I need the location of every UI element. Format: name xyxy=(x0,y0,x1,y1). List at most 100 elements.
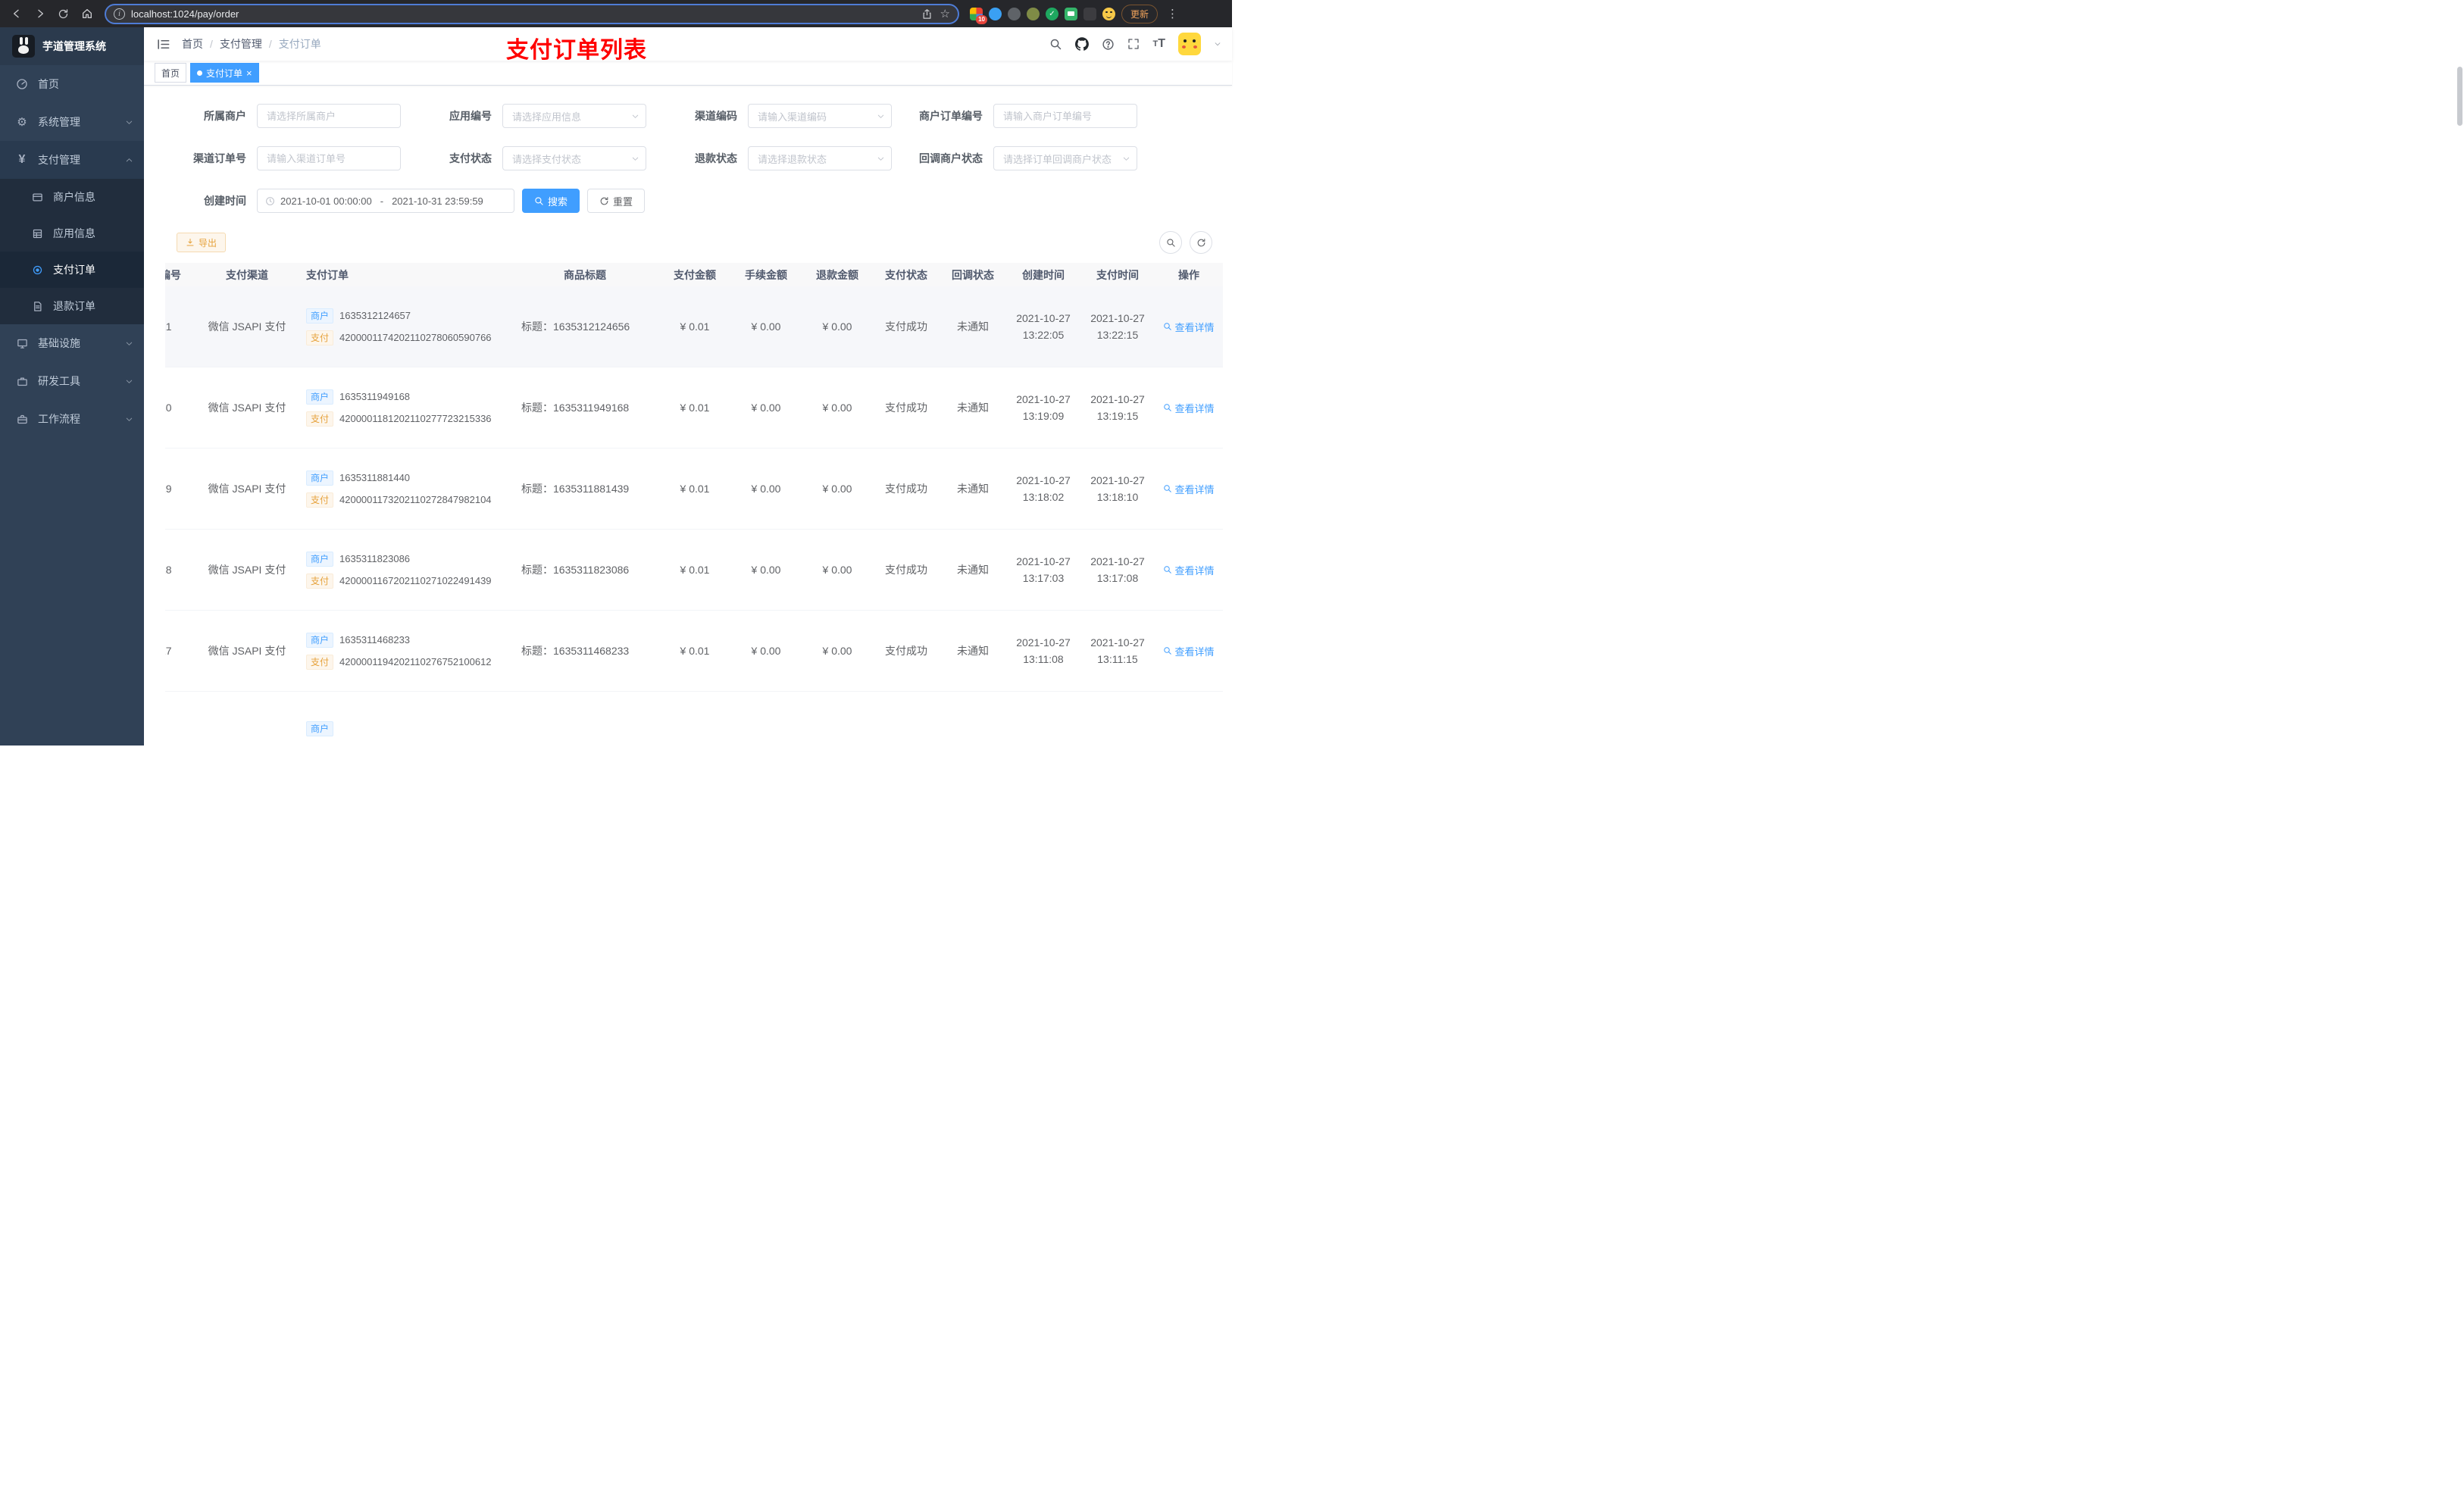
extension-icon[interactable] xyxy=(1065,7,1077,20)
extension-badge: 10 xyxy=(976,14,987,24)
monitor-icon xyxy=(15,336,29,350)
merchant-input[interactable] xyxy=(257,104,401,128)
clock-icon xyxy=(265,196,275,206)
table-row: 19 微信 JSAPI 支付 商户 1635311881440 支付 42000… xyxy=(165,449,1223,530)
pay-order-cell: 商户 1635311468233 支付 42000011942021102767… xyxy=(300,632,511,670)
pay-status-cell: 支付成功 xyxy=(885,483,927,495)
pay-time-cell: 2021-10-27 13:11:15 xyxy=(1090,636,1145,665)
chrome-update-button[interactable]: 更新 xyxy=(1121,4,1159,23)
sidebar-item-workflow[interactable]: 工作流程 xyxy=(0,400,144,438)
forward-icon[interactable] xyxy=(30,4,50,24)
profile-avatar-icon[interactable] xyxy=(1102,7,1115,20)
chrome-menu-icon[interactable]: ⋮ xyxy=(1164,7,1181,20)
bookmark-star-icon[interactable]: ☆ xyxy=(940,8,950,20)
pay-channel-cell: 微信 JSAPI 支付 xyxy=(208,402,286,414)
table-toolbar: 导出 xyxy=(177,231,1212,254)
merchant-tag: 商户 xyxy=(306,551,334,567)
tab-pay-order[interactable]: 支付订单 × xyxy=(190,63,259,83)
filter-row-1: 所属商户 应用编号 请选择应用信息 渠道编码 请输入渠道编码 xyxy=(177,104,1232,128)
product-title-cell: 标题：1635312124656 xyxy=(521,320,630,333)
search-icon[interactable] xyxy=(1049,38,1062,51)
tab-home[interactable]: 首页 xyxy=(155,63,187,83)
notify-status-select[interactable]: 请选择订单回调商户状态 xyxy=(993,146,1137,170)
view-detail-link[interactable]: 查看详情 xyxy=(1163,644,1215,658)
channel-order-no-input[interactable] xyxy=(257,146,401,170)
show-search-button[interactable] xyxy=(1159,231,1182,254)
close-icon[interactable]: × xyxy=(246,68,252,78)
create-time-cell: 2021-10-27 13:18:02 xyxy=(1016,474,1071,503)
site-info-icon[interactable]: i xyxy=(114,8,125,20)
notify-status-cell: 未通知 xyxy=(957,645,989,657)
sidebar-item-home[interactable]: 首页 xyxy=(0,65,144,103)
search-button[interactable]: 搜索 xyxy=(522,189,580,213)
extension-icon[interactable]: 10 xyxy=(970,7,987,24)
reload-icon[interactable] xyxy=(53,4,73,24)
extension-icon[interactable] xyxy=(1027,7,1040,20)
scrollbar-thumb[interactable] xyxy=(2457,67,2462,126)
back-icon[interactable] xyxy=(6,4,27,24)
pay-status-cell: 支付成功 xyxy=(885,564,927,576)
user-avatar[interactable] xyxy=(1178,33,1201,55)
github-icon[interactable] xyxy=(1075,37,1090,51)
sidebar-item-pay-order[interactable]: 支付订单 xyxy=(0,252,144,288)
page-content: 所属商户 应用编号 请选择应用信息 渠道编码 请输入渠道编码 xyxy=(144,86,1232,746)
extension-icon[interactable] xyxy=(1083,7,1096,20)
pay-order-no: 4200001174202110278060590766 xyxy=(339,332,492,343)
top-navbar: 首页 / 支付管理 / 支付订单 支付订单列表 TT xyxy=(144,27,1232,63)
refund-status-select[interactable]: 请选择退款状态 xyxy=(748,146,892,170)
pay-status-select[interactable]: 请选择支付状态 xyxy=(502,146,646,170)
orders-table: 编号 支付渠道 支付订单 商品标题 支付金额 手续金额 退款金额 支付状态 回调… xyxy=(165,263,1223,746)
channel-code-select[interactable]: 请输入渠道编码 xyxy=(748,104,892,128)
extension-icon[interactable] xyxy=(1046,7,1058,20)
merchant-order-no: 1635311468233 xyxy=(339,634,411,645)
export-button[interactable]: 导出 xyxy=(177,233,227,252)
sidebar-item-merchant-info[interactable]: 商户信息 xyxy=(0,179,144,215)
font-size-icon[interactable]: TT xyxy=(1152,38,1165,50)
extension-icon[interactable] xyxy=(989,7,1002,20)
notify-status-cell: 未通知 xyxy=(957,483,989,495)
share-icon[interactable] xyxy=(921,8,933,20)
pay-channel-cell: 微信 JSAPI 支付 xyxy=(208,320,286,333)
pay-status-cell: 支付成功 xyxy=(885,402,927,414)
sidebar-item-refund-order[interactable]: 退款订单 xyxy=(0,288,144,324)
table-row: 商户 xyxy=(165,692,1223,746)
view-detail-link[interactable]: 查看详情 xyxy=(1163,320,1215,334)
avatar-dropdown-caret-icon[interactable] xyxy=(1214,40,1221,48)
fullscreen-icon[interactable] xyxy=(1127,38,1140,50)
breadcrumb-payment[interactable]: 支付管理 xyxy=(220,36,262,52)
breadcrumb-home[interactable]: 首页 xyxy=(182,36,203,52)
merchant-order-no-input[interactable] xyxy=(993,104,1137,128)
sidebar-item-system[interactable]: ⚙ 系统管理 xyxy=(0,103,144,141)
pay-tag: 支付 xyxy=(306,330,334,345)
sidebar-toggle-icon[interactable] xyxy=(144,27,182,61)
sidebar-item-infra[interactable]: 基础设施 xyxy=(0,324,144,362)
table-row: 18 微信 JSAPI 支付 商户 1635311823086 支付 42000… xyxy=(165,530,1223,611)
home-icon[interactable] xyxy=(77,4,97,24)
app-select[interactable]: 请选择应用信息 xyxy=(502,104,646,128)
navbar-actions: TT xyxy=(1049,33,1221,55)
sidebar-item-app-info[interactable]: 应用信息 xyxy=(0,215,144,252)
sidebar-item-devtools[interactable]: 研发工具 xyxy=(0,362,144,400)
refund-amount-cell: ¥ 0.00 xyxy=(822,645,852,657)
help-icon[interactable] xyxy=(1102,38,1115,51)
create-time-cell: 2021-10-27 13:17:03 xyxy=(1016,555,1071,584)
create-time-range-picker[interactable]: 2021-10-01 00:00:00 - 2021-10-31 23:59:5… xyxy=(257,189,514,213)
pay-tag: 支付 xyxy=(306,654,334,670)
merchant-order-no: 1635312124657 xyxy=(339,310,411,321)
view-detail-link[interactable]: 查看详情 xyxy=(1163,563,1215,577)
sidebar-item-payment[interactable]: ¥ 支付管理 xyxy=(0,141,144,179)
chevron-down-icon xyxy=(125,118,133,127)
reset-button[interactable]: 重置 xyxy=(587,189,646,213)
pay-order-no: 4200001181202110277723215336 xyxy=(339,413,492,424)
view-detail-link[interactable]: 查看详情 xyxy=(1163,482,1215,496)
extension-icon[interactable] xyxy=(1008,7,1021,20)
pay-order-no: 4200001194202110276752100612 xyxy=(339,656,492,667)
pay-status-cell: 支付成功 xyxy=(885,645,927,657)
address-bar[interactable]: i localhost:1024/pay/order ☆ xyxy=(105,3,959,24)
merchant-order-no: 1635311881440 xyxy=(339,472,411,483)
table-row: 21 微信 JSAPI 支付 商户 1635312124657 支付 42000… xyxy=(165,286,1223,367)
chevron-down-icon xyxy=(125,415,133,424)
pay-order-cell: 商户 1635311949168 支付 42000011812021102777… xyxy=(300,389,511,427)
refresh-button[interactable] xyxy=(1190,231,1212,254)
view-detail-link[interactable]: 查看详情 xyxy=(1163,401,1215,415)
